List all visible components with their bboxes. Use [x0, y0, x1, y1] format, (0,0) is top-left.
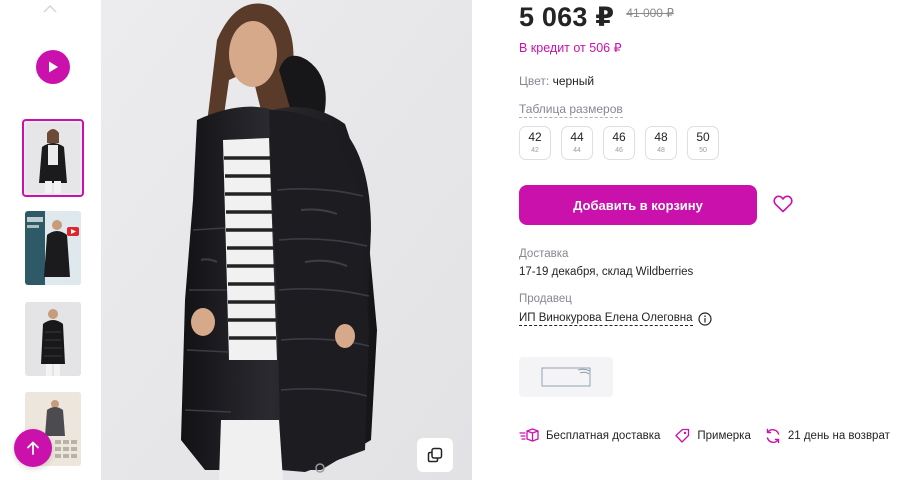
credit-link[interactable]: В кредит от 506 ₽	[519, 40, 622, 55]
color-label: Цвет:	[519, 74, 550, 88]
perks-row: Бесплатная доставка Примерка 21 день на …	[519, 428, 900, 444]
color-row: Цвет: черный	[519, 74, 594, 88]
thumb-promo-photo[interactable]	[25, 211, 81, 285]
thumbnail-column	[0, 0, 100, 480]
delivery-label: Доставка	[519, 248, 569, 260]
scroll-up-button[interactable]	[14, 429, 52, 467]
seller-label: Продавец	[519, 293, 572, 305]
color-value: черный	[552, 74, 595, 88]
add-to-cart-button[interactable]: Добавить в корзину	[519, 185, 757, 225]
perk-free-delivery: Бесплатная доставка	[519, 428, 660, 444]
size-ru-value: 42	[531, 147, 539, 154]
size-value: 42	[528, 130, 542, 144]
product-info-panel: 5 063 ₽ 41 000 ₽ В кредит от 506 ₽ Цвет:…	[519, 0, 894, 480]
size-value: 46	[612, 130, 626, 144]
return-icon	[766, 428, 780, 444]
play-video-button[interactable]	[36, 50, 70, 84]
size-option-48[interactable]: 48 48	[645, 126, 677, 160]
perk-return: 21 день на возврат	[765, 428, 890, 444]
zoom-button[interactable]	[417, 438, 453, 472]
perk-label: Примерка	[697, 430, 751, 442]
delivery-value: 17-19 декабря, склад Wildberries	[519, 266, 694, 278]
thumb-side-photo[interactable]	[25, 302, 81, 376]
delivery-box-icon	[519, 428, 539, 442]
favorite-button[interactable]	[771, 192, 795, 216]
size-option-44[interactable]: 44 44	[561, 126, 593, 160]
brand-logo[interactable]	[519, 357, 613, 397]
size-value: 48	[654, 130, 668, 144]
heart-icon	[773, 195, 793, 213]
size-ru-value: 48	[657, 147, 665, 154]
seller-name-link[interactable]: ИП Винокурова Елена Олеговна	[519, 311, 693, 326]
current-price: 5 063 ₽	[519, 2, 615, 32]
copy-icon	[427, 447, 443, 463]
size-value: 44	[570, 130, 584, 144]
perk-fitting: Примерка	[674, 428, 751, 444]
chevron-up-icon[interactable]	[42, 0, 58, 13]
info-icon[interactable]	[697, 311, 712, 326]
price-block: 5 063 ₽ 41 000 ₽	[519, 2, 674, 33]
main-product-photo[interactable]	[101, 0, 472, 480]
play-icon	[49, 61, 58, 73]
seller-row: ИП Винокурова Елена Олеговна	[519, 311, 712, 326]
arrow-up-icon	[27, 441, 39, 455]
perk-label: 21 день на возврат	[787, 430, 890, 442]
size-value: 50	[696, 130, 710, 144]
thumb-main-photo[interactable]	[22, 119, 84, 197]
old-price: 41 000 ₽	[626, 6, 674, 20]
size-option-42[interactable]: 42 42	[519, 126, 551, 160]
size-ru-value: 46	[615, 147, 623, 154]
size-table-link[interactable]: Таблица размеров	[519, 102, 623, 118]
size-ru-value: 50	[699, 147, 707, 154]
size-selector: 42 42 44 44 46 46 48 48 50 50	[519, 126, 719, 160]
size-option-50[interactable]: 50 50	[687, 126, 719, 160]
size-option-46[interactable]: 46 46	[603, 126, 635, 160]
size-ru-value: 44	[573, 147, 581, 154]
perk-label: Бесплатная доставка	[546, 430, 661, 442]
tag-icon	[675, 428, 690, 443]
